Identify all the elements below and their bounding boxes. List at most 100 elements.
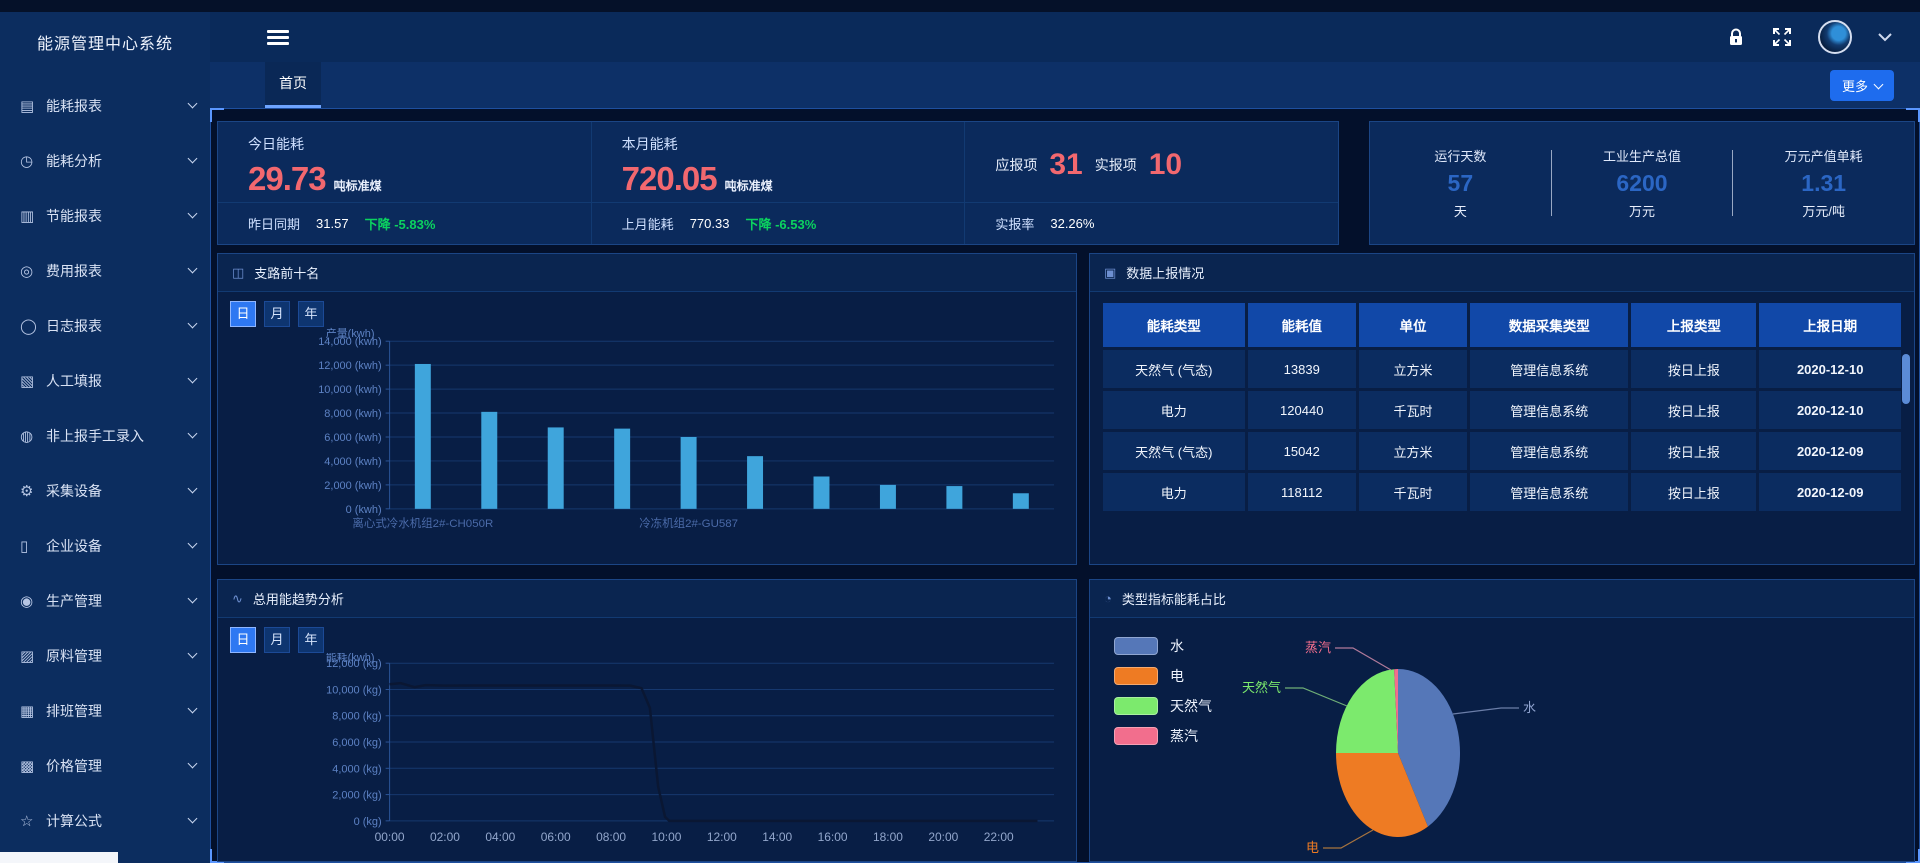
period-tab-0[interactable]: 日: [230, 627, 256, 653]
sidebar-item-label: 节能报表: [46, 206, 189, 226]
table-scrollbar-thumb[interactable]: [1902, 354, 1910, 404]
production-icon: ◉: [20, 592, 46, 610]
chevron-down-icon: [188, 319, 198, 329]
chevron-down-icon: [188, 264, 198, 274]
gear-icon: ⚙: [20, 482, 46, 500]
sidebar-item[interactable]: ◉生产管理: [0, 573, 210, 628]
period-tab-0[interactable]: 日: [230, 301, 256, 327]
kpi-due-value: 31: [1049, 148, 1082, 182]
report-icon: ▤: [20, 97, 46, 115]
sidebar-item[interactable]: ◎费用报表: [0, 243, 210, 298]
line-period-tabs: 日月年: [218, 618, 1076, 653]
stat-item: 工业生产总值 6200 万元: [1552, 146, 1733, 220]
chevron-down-icon: [188, 704, 198, 714]
price-icon: ▩: [20, 757, 46, 775]
kpi-report: 应报项 31 实报项 10 实报率 32.26%: [965, 122, 1338, 244]
kpi-today-sub-label: 昨日同期: [248, 214, 300, 233]
sidebar-item-label: 能耗分析: [46, 151, 189, 171]
table-cell: 千瓦时: [1359, 473, 1467, 511]
sidebar-item[interactable]: ▯企业设备: [0, 518, 210, 573]
period-tab-2[interactable]: 年: [298, 301, 324, 327]
report-table: 能耗类型能耗值单位数据采集类型上报类型上报日期天然气 (气态)13839立方米管…: [1090, 292, 1914, 522]
period-tab-1[interactable]: 月: [264, 627, 290, 653]
kpi-rate-label: 实报率: [995, 214, 1034, 233]
svg-text:电: 电: [1306, 840, 1319, 855]
sidebar-item-label: 生产管理: [46, 591, 189, 611]
svg-text:10,000 (kwh): 10,000 (kwh): [318, 384, 381, 396]
table-header: 能耗类型: [1103, 303, 1245, 347]
svg-text:6,000 (kg): 6,000 (kg): [332, 737, 381, 749]
svg-text:0 (kwh): 0 (kwh): [346, 504, 382, 516]
table-cell: 2020-12-10: [1759, 391, 1901, 429]
sidebar-item[interactable]: ◍非上报手工录入: [0, 408, 210, 463]
table-header: 上报类型: [1631, 303, 1756, 347]
panel-pie-title: 类型指标能耗占比: [1122, 589, 1226, 608]
svg-text:4,000 (kwh): 4,000 (kwh): [324, 456, 381, 468]
chevron-down-icon: [188, 594, 198, 604]
user-menu-chevron-down-icon[interactable]: [1878, 33, 1892, 42]
table-cell: 管理信息系统: [1470, 391, 1628, 429]
kpi-due-label: 应报项: [995, 155, 1037, 175]
svg-text:10:00: 10:00: [651, 830, 681, 844]
period-tab-2[interactable]: 年: [298, 627, 324, 653]
panel-type-ratio: ◔ 类型指标能耗占比 水电天然气蒸汽 蒸汽 天然气 水 电: [1089, 579, 1915, 862]
fullscreen-icon[interactable]: [1772, 27, 1792, 47]
analysis-icon: ◷: [20, 152, 46, 170]
table-cell: 管理信息系统: [1470, 473, 1628, 511]
period-tab-1[interactable]: 月: [264, 301, 290, 327]
line-chart: 能耗(kwh)12,000 (kg)10,000 (kg)8,000 (kg)6…: [218, 653, 1076, 853]
bar-period-tabs: 日月年: [218, 292, 1076, 327]
sidebar-item-label: 费用报表: [46, 261, 189, 281]
app-title: 能源管理中心系统: [0, 12, 210, 64]
svg-text:12:00: 12:00: [707, 830, 737, 844]
tab-bar: 首页 更多: [210, 62, 1920, 108]
chevron-down-icon: [188, 154, 198, 164]
kpi-month: 本月能耗 720.05 吨标准煤 上月能耗 770.33 下降 -6.53%: [592, 122, 966, 244]
table-cell: 按日上报: [1631, 391, 1756, 429]
table-cell: 天然气 (气态): [1103, 432, 1245, 470]
hamburger-menu-icon[interactable]: [267, 27, 289, 48]
kpi-month-sub-value: 770.33: [690, 216, 730, 231]
sidebar-item-label: 排班管理: [46, 701, 189, 721]
svg-text:20:00: 20:00: [928, 830, 958, 844]
branch-chart-icon: ◫: [232, 265, 244, 281]
svg-text:22:00: 22:00: [984, 830, 1014, 844]
chevron-down-icon: [188, 649, 198, 659]
table-row: 天然气 (气态)15042立方米管理信息系统按日上报2020-12-09: [1103, 432, 1901, 470]
lock-icon[interactable]: [1726, 27, 1746, 47]
user-avatar[interactable]: [1818, 20, 1852, 54]
sidebar-item[interactable]: ◯日志报表: [0, 298, 210, 353]
sidebar-item[interactable]: ▥节能报表: [0, 188, 210, 243]
more-button-label: 更多: [1842, 76, 1868, 95]
sidebar-item[interactable]: ⚙采集设备: [0, 463, 210, 518]
svg-text:6,000 (kwh): 6,000 (kwh): [324, 432, 381, 444]
more-button[interactable]: 更多: [1830, 70, 1894, 101]
chevron-down-icon: [188, 814, 198, 824]
svg-text:18:00: 18:00: [873, 830, 903, 844]
tab-home[interactable]: 首页: [265, 62, 321, 108]
panel-energy-trend: ∿ 总用能趋势分析 日月年 能耗(kwh)12,000 (kg)10,000 (…: [217, 579, 1077, 862]
chevron-down-icon: [188, 759, 198, 769]
sidebar-item[interactable]: ☆计算公式: [0, 793, 210, 848]
table-cell: 管理信息系统: [1470, 432, 1628, 470]
kpi-rate-value: 32.26%: [1050, 216, 1094, 231]
table-cell: 120440: [1248, 391, 1356, 429]
chevron-down-icon: [188, 429, 198, 439]
sidebar-item[interactable]: ▨原料管理: [0, 628, 210, 683]
table-header: 单位: [1359, 303, 1467, 347]
svg-text:04:00: 04:00: [485, 830, 515, 844]
svg-text:2,000 (kg): 2,000 (kg): [332, 790, 381, 802]
kpi-actual-value: 10: [1149, 148, 1182, 182]
sidebar-item[interactable]: ▦排班管理: [0, 683, 210, 738]
sidebar-item[interactable]: ▩价格管理: [0, 738, 210, 793]
sidebar-item-label: 企业设备: [46, 536, 189, 556]
sidebar-item[interactable]: ▧人工填报: [0, 353, 210, 408]
sidebar-item[interactable]: ▤能耗报表: [0, 78, 210, 133]
sidebar-item[interactable]: ◷能耗分析: [0, 133, 210, 188]
stat-label: 运行天数: [1370, 146, 1551, 165]
table-cell: 按日上报: [1631, 473, 1756, 511]
top-header: [210, 12, 1920, 62]
stat-value: 6200: [1552, 170, 1733, 197]
sidebar-scrollbar[interactable]: [0, 852, 118, 863]
svg-text:12,000 (kg): 12,000 (kg): [326, 658, 381, 670]
